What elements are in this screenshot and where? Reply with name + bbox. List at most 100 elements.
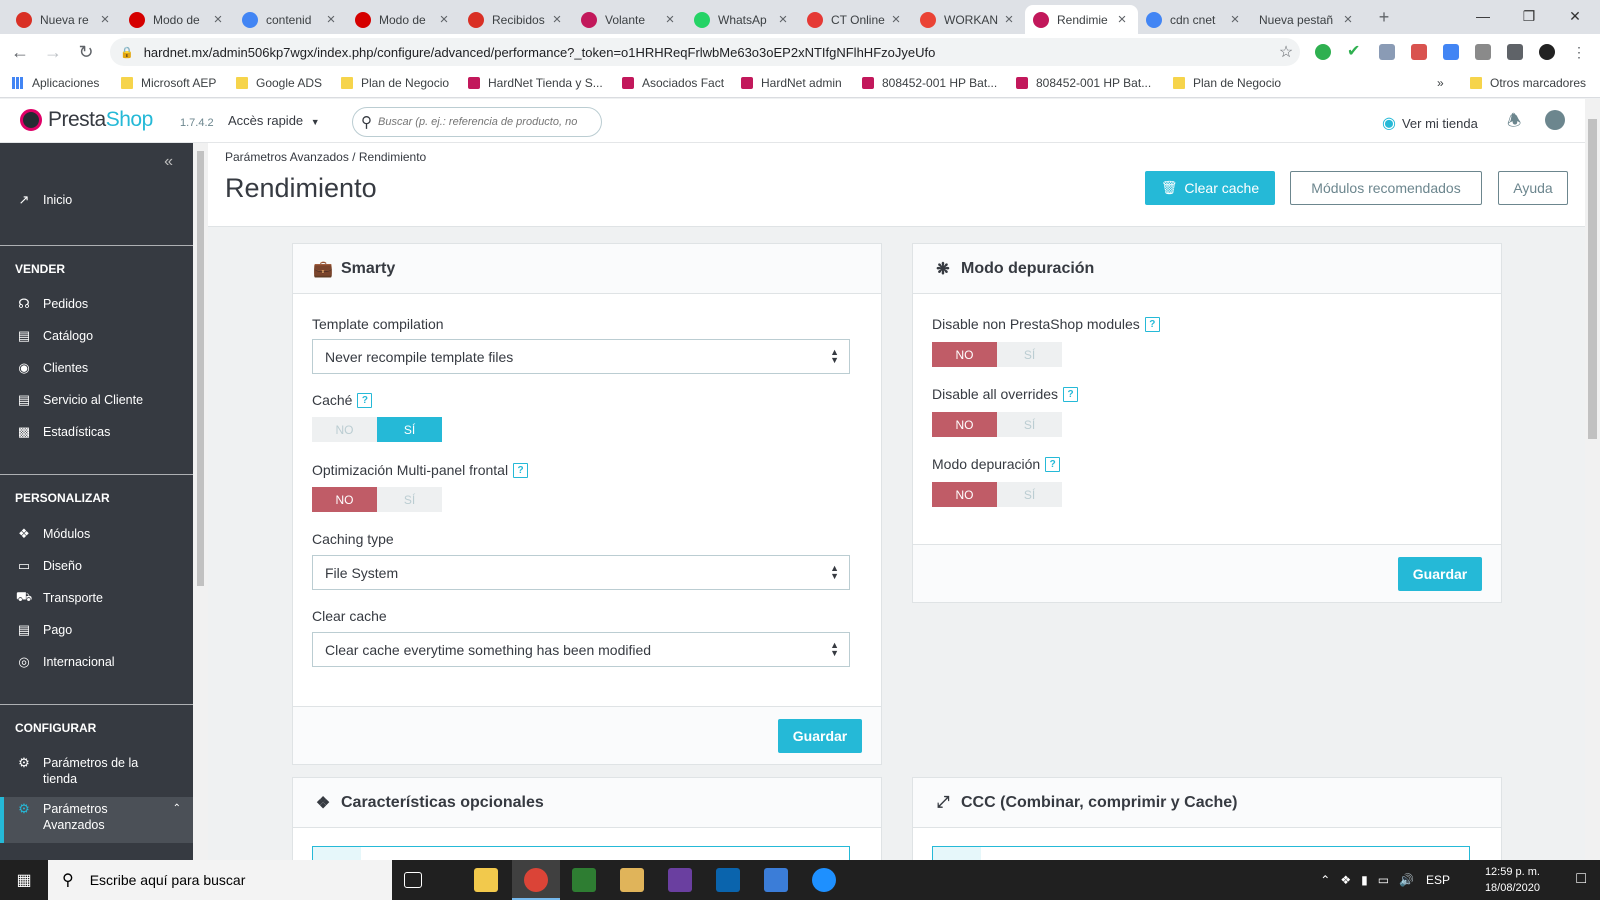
close-tab-icon[interactable]: × [662, 11, 678, 28]
sidebar-item-parametros-avanzados[interactable]: ⚙ Parámetros Avanzados ⌃ [0, 797, 193, 843]
switch-no-option[interactable]: NO [312, 417, 377, 442]
bookmark-item[interactable]: Microsoft AEP [121, 76, 216, 90]
sidebar-item-modulos[interactable]: ❖ Módulos [0, 520, 193, 548]
save-button[interactable]: Guardar [1398, 557, 1482, 591]
help-icon[interactable]: ? [1045, 456, 1061, 472]
switch-yes-option[interactable]: SÍ [997, 342, 1062, 367]
disable-non-ps-modules-switch[interactable]: NO SÍ [932, 342, 1062, 367]
employee-avatar-icon[interactable] [1545, 110, 1565, 130]
sidebar-item-diseno[interactable]: ▭ Diseño [0, 552, 193, 580]
multipanel-switch[interactable]: NO SÍ [312, 487, 442, 512]
dropbox-tray-icon[interactable]: ❖ [1340, 873, 1351, 887]
search-box[interactable]: ⚲ [352, 107, 602, 137]
close-tab-icon[interactable]: × [323, 11, 339, 28]
address-bar[interactable]: 🔒 hardnet.mx/admin506kp7wgx/index.php/co… [110, 38, 1300, 66]
help-icon[interactable]: ? [1144, 316, 1160, 332]
collapse-sidebar-icon[interactable]: « [164, 153, 173, 171]
breadcrumb[interactable]: Parámetros Avanzados / Rendimiento [225, 150, 426, 164]
recommended-modules-button[interactable]: Módulos recomendados [1290, 171, 1482, 205]
browser-tab[interactable]: Modo de × [347, 5, 460, 34]
reload-icon[interactable]: ↻ [72, 38, 100, 66]
close-tab-icon[interactable]: × [1001, 11, 1017, 28]
back-icon[interactable]: ← [6, 38, 34, 66]
clear-cache-button[interactable]: 🗑 Clear cache [1145, 171, 1275, 205]
extension-icon[interactable] [1475, 44, 1491, 60]
address-url[interactable]: hardnet.mx/admin506kp7wgx/index.php/conf… [144, 45, 1272, 60]
volume-icon[interactable]: 🔊 [1399, 873, 1414, 887]
chevron-up-icon[interactable]: ⌃ [1320, 873, 1330, 887]
more-bookmarks-button[interactable]: » [1437, 76, 1444, 90]
profile-avatar[interactable] [1539, 44, 1555, 60]
browser-tab[interactable]: Modo de × [121, 5, 234, 34]
browser-tab[interactable]: Nueva re × [8, 5, 121, 34]
bookmark-item[interactable]: Plan de Negocio [341, 76, 449, 90]
help-icon[interactable]: ? [513, 462, 529, 478]
switch-no-option[interactable]: NO [932, 342, 997, 367]
puzzle-extensions-icon[interactable] [1507, 44, 1523, 60]
view-store-link[interactable]: ◉ Ver mi tienda [1382, 113, 1478, 133]
other-bookmarks-folder[interactable]: Otros marcadores [1470, 76, 1586, 90]
bookmark-item[interactable]: Aplicaciones [12, 76, 99, 90]
cache-switch[interactable]: NO SÍ [312, 417, 442, 442]
bookmark-item[interactable]: Asociados Fact [622, 76, 724, 90]
disable-overrides-switch[interactable]: NO SÍ [932, 412, 1062, 437]
outlook-icon[interactable] [716, 868, 740, 892]
help-button[interactable]: Ayuda [1498, 171, 1568, 205]
dropbox-extension-icon[interactable] [1379, 44, 1395, 60]
sidebar-scrollbar[interactable] [193, 143, 208, 860]
browser-tab[interactable]: Volante × [573, 5, 686, 34]
action-center-icon[interactable]: □ [1576, 870, 1586, 888]
browser-tab[interactable]: Recibidos × [460, 5, 573, 34]
scrollbar-thumb[interactable] [197, 151, 204, 586]
caching-type-select[interactable]: File System ▲ ▼ [312, 555, 850, 590]
close-tab-icon[interactable]: × [888, 11, 904, 28]
sidebar-item-servicio-cliente[interactable]: ▤ Servicio al Cliente [0, 386, 193, 414]
close-tab-icon[interactable]: × [97, 11, 113, 28]
close-tab-icon[interactable]: × [549, 11, 565, 28]
bookmark-item[interactable]: HardNet admin [741, 76, 842, 90]
switch-no-option[interactable]: NO [932, 412, 997, 437]
sidebar-item-estadisticas[interactable]: ▩ Estadísticas [0, 418, 193, 446]
network-icon[interactable]: ▭ [1378, 873, 1389, 887]
forward-icon[interactable]: → [39, 38, 67, 66]
scrollbar-thumb[interactable] [1588, 119, 1597, 439]
switch-yes-option[interactable]: SÍ [377, 487, 442, 512]
bookmark-item[interactable]: 808452-001 HP Bat... [862, 76, 997, 90]
quick-access-dropdown[interactable]: Accès rapide ▼ [228, 113, 320, 128]
sidebar-item-internacional[interactable]: ◎ Internacional [0, 648, 193, 676]
debug-mode-switch[interactable]: NO SÍ [932, 482, 1062, 507]
battery-icon[interactable]: ▮ [1361, 873, 1368, 887]
search-icon[interactable]: ⚲ [361, 113, 372, 131]
close-window-icon[interactable]: ✕ [1552, 0, 1598, 32]
browser-tab[interactable]: Rendimie × [1025, 5, 1138, 34]
language-indicator[interactable]: ESP [1426, 873, 1450, 887]
bookmark-star-icon[interactable]: ☆ [1272, 42, 1300, 62]
page-scrollbar[interactable] [1585, 99, 1600, 860]
bookmark-item[interactable]: 808452-001 HP Bat... [1016, 76, 1151, 90]
checkmark-extension-icon[interactable]: ✔ [1347, 44, 1363, 60]
new-tab-button[interactable]: + [1370, 3, 1398, 31]
search-input[interactable] [378, 116, 588, 128]
template-compilation-select[interactable]: Never recompile template files ▲ ▼ [312, 339, 850, 374]
sidebar-item-pedidos[interactable]: ☊ Pedidos [0, 290, 193, 318]
file-explorer-icon[interactable] [474, 868, 498, 892]
mail-icon[interactable] [764, 868, 788, 892]
notifications-bell-icon[interactable]: 🕭 [1507, 110, 1521, 137]
sidebar-item-clientes[interactable]: ◉ Clientes [0, 354, 193, 382]
browser-tab[interactable]: WhatsAp × [686, 5, 799, 34]
minimize-window-icon[interactable]: — [1460, 0, 1506, 32]
chrome-menu-icon[interactable]: ⋮ [1572, 44, 1588, 60]
feature-input[interactable] [312, 846, 850, 860]
close-tab-icon[interactable]: × [1340, 11, 1356, 28]
close-tab-icon[interactable]: × [210, 11, 226, 28]
close-tab-icon[interactable]: × [775, 11, 791, 28]
windows-start-icon[interactable]: ▦ [0, 860, 48, 900]
close-tab-icon[interactable]: × [1114, 11, 1130, 28]
switch-yes-option[interactable]: SÍ [377, 417, 442, 442]
clear-cache-select[interactable]: Clear cache everytime something has been… [312, 632, 850, 667]
sidebar-item-inicio[interactable]: ↗ Inicio [0, 186, 193, 214]
switch-no-option[interactable]: NO [312, 487, 377, 512]
sidebar-item-catalogo[interactable]: ▤ Catálogo [0, 322, 193, 350]
switch-yes-option[interactable]: SÍ [997, 482, 1062, 507]
restore-window-icon[interactable]: ❐ [1506, 0, 1552, 32]
